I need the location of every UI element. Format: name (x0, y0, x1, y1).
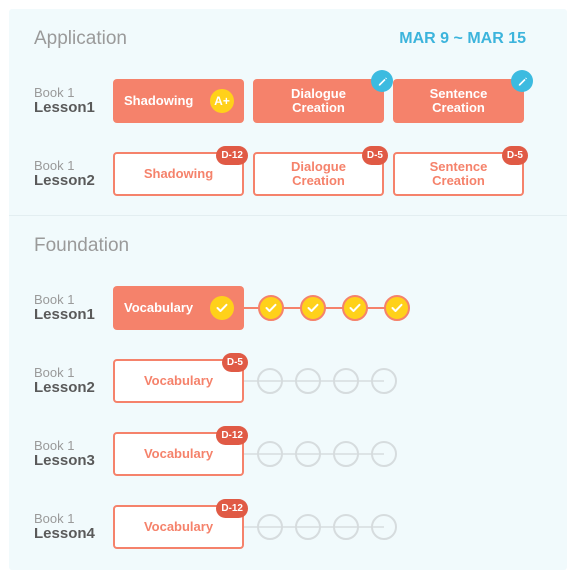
activity-sentence-creation-lesson1[interactable]: Sentence Creation (393, 70, 533, 123)
check-icon (349, 303, 361, 312)
activity-vocabulary-lesson1[interactable]: Vocabulary (113, 286, 244, 330)
progress-step-todo (333, 441, 359, 467)
progress-step-todo (257, 368, 283, 394)
check-icon (307, 303, 319, 312)
lesson-label: Lesson3 (34, 452, 95, 469)
activity-label: Vocabulary (143, 446, 214, 461)
progress-step-todo (295, 368, 321, 394)
check-icon (265, 303, 277, 312)
activity-sentence-creation-lesson2[interactable]: Sentence Creation D-5 (393, 146, 528, 196)
row-label-found-lesson2: Book 1 Lesson2 (34, 366, 95, 396)
activity-label: Shadowing (124, 93, 194, 108)
activity-label: Sentence Creation (429, 86, 488, 115)
row-label-app-lesson2: Book 1 Lesson2 (34, 159, 95, 189)
check-icon (210, 296, 234, 320)
book-label: Book 1 (34, 438, 75, 453)
progress-step-done (300, 295, 326, 321)
progress-step-todo (371, 441, 397, 467)
lesson-label: Lesson2 (34, 379, 95, 396)
progress-step-done (384, 295, 410, 321)
application-section-title: Application (34, 28, 127, 49)
row-label-found-lesson1: Book 1 Lesson1 (34, 293, 95, 323)
progress-step-done (258, 295, 284, 321)
lesson-label: Lesson2 (34, 172, 95, 189)
date-range: MAR 9 ~ MAR 15 (399, 30, 526, 47)
section-divider (9, 215, 567, 216)
row-label-found-lesson3: Book 1 Lesson3 (34, 439, 95, 469)
grade-badge: A+ (210, 89, 234, 113)
book-label: Book 1 (34, 158, 75, 173)
lesson-label: Lesson4 (34, 525, 95, 542)
due-badge: D-12 (216, 146, 248, 165)
due-badge: D-5 (221, 353, 248, 372)
progress-step-todo (333, 368, 359, 394)
progress-step-done (342, 295, 368, 321)
activity-label: Sentence Creation (429, 159, 488, 188)
progress-step-todo (333, 514, 359, 540)
activity-label: Vocabulary (143, 373, 214, 388)
progress-step-todo (371, 368, 397, 394)
activity-label: Dialogue Creation (291, 159, 346, 188)
activity-vocabulary-lesson2[interactable]: Vocabulary D-5 (113, 353, 248, 403)
activity-dialogue-creation-lesson1[interactable]: Dialogue Creation (253, 70, 393, 123)
book-label: Book 1 (34, 292, 75, 307)
due-badge: D-5 (501, 146, 528, 165)
activity-label: Dialogue Creation (291, 86, 346, 115)
due-badge: D-12 (216, 499, 248, 518)
progress-step-todo (371, 514, 397, 540)
book-label: Book 1 (34, 85, 75, 100)
activity-label: Vocabulary (143, 519, 214, 534)
activity-shadowing-lesson2[interactable]: Shadowing D-12 (113, 146, 248, 196)
pencil-icon[interactable] (371, 70, 393, 92)
progress-step-todo (295, 514, 321, 540)
activity-shadowing-lesson1[interactable]: Shadowing A+ (113, 79, 244, 123)
book-label: Book 1 (34, 511, 75, 526)
activity-dialogue-creation-lesson2[interactable]: Dialogue Creation D-5 (253, 146, 388, 196)
activity-label: Shadowing (143, 166, 214, 181)
activity-vocabulary-lesson4[interactable]: Vocabulary D-12 (113, 499, 248, 549)
row-label-found-lesson4: Book 1 Lesson4 (34, 512, 95, 542)
due-badge: D-12 (216, 426, 248, 445)
due-badge: D-5 (361, 146, 388, 165)
row-label-app-lesson1: Book 1 Lesson1 (34, 86, 95, 116)
lesson-label: Lesson1 (34, 99, 95, 116)
book-label: Book 1 (34, 365, 75, 380)
lesson-label: Lesson1 (34, 306, 95, 323)
activity-label: Vocabulary (124, 300, 194, 315)
check-icon (391, 303, 403, 312)
progress-step-todo (257, 441, 283, 467)
progress-step-todo (295, 441, 321, 467)
foundation-section-title: Foundation (34, 235, 130, 256)
progress-step-todo (257, 514, 283, 540)
pencil-icon[interactable] (511, 70, 533, 92)
activity-vocabulary-lesson3[interactable]: Vocabulary D-12 (113, 426, 248, 476)
